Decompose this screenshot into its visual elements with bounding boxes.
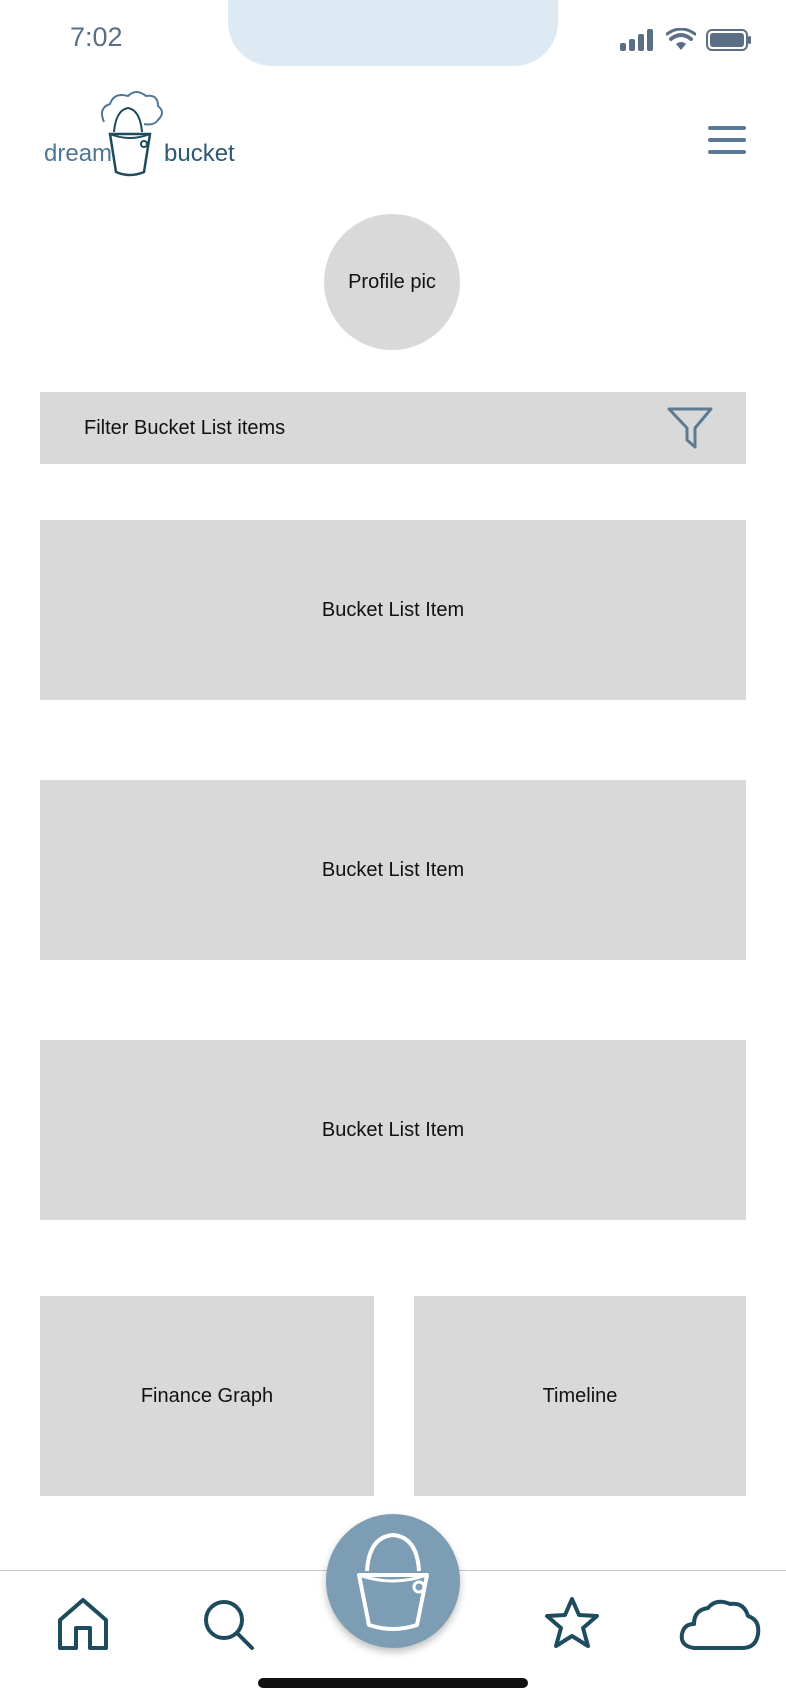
bucket-list-item[interactable]: Bucket List Item	[40, 1040, 746, 1220]
notch	[228, 0, 558, 66]
bucket-list-item-label: Bucket List Item	[321, 858, 465, 881]
home-indicator	[258, 1678, 528, 1688]
filter-bar[interactable]: Filter Bucket List items	[40, 392, 746, 464]
finance-graph-card[interactable]: Finance Graph	[40, 1296, 374, 1496]
logo-word-dream: dream	[44, 140, 113, 167]
add-bucket-button[interactable]	[326, 1514, 460, 1648]
timeline-label: Timeline	[542, 1384, 618, 1407]
profile-label: Profile pic	[348, 270, 436, 293]
filter-label: Filter Bucket List items	[84, 416, 286, 439]
logo-word-bucket: bucket	[164, 140, 235, 167]
cloud-icon[interactable]	[679, 1599, 761, 1650]
bucket-list-item[interactable]: Bucket List Item	[40, 780, 746, 960]
bucket-list-item-label: Bucket List Item	[321, 1118, 465, 1141]
bucket-list-item-label: Bucket List Item	[321, 598, 465, 621]
hamburger-menu-icon[interactable]	[708, 126, 746, 156]
star-icon[interactable]	[544, 1596, 600, 1650]
timeline-card[interactable]: Timeline	[414, 1296, 746, 1496]
finance-graph-label: Finance Graph	[140, 1384, 274, 1407]
bucket-list-item[interactable]: Bucket List Item	[40, 520, 746, 700]
filter-funnel-icon[interactable]	[666, 406, 714, 450]
app-logo[interactable]: dream bucket	[44, 88, 244, 182]
bucket-icon	[357, 1532, 429, 1631]
home-icon[interactable]	[56, 1596, 110, 1652]
signal-icon	[620, 29, 653, 51]
wifi-icon	[666, 28, 696, 50]
profile-picture[interactable]: Profile pic	[324, 214, 460, 350]
battery-icon	[706, 29, 751, 51]
status-time: 7:02	[70, 22, 123, 52]
search-icon[interactable]	[202, 1598, 256, 1652]
status-icons	[620, 28, 752, 52]
